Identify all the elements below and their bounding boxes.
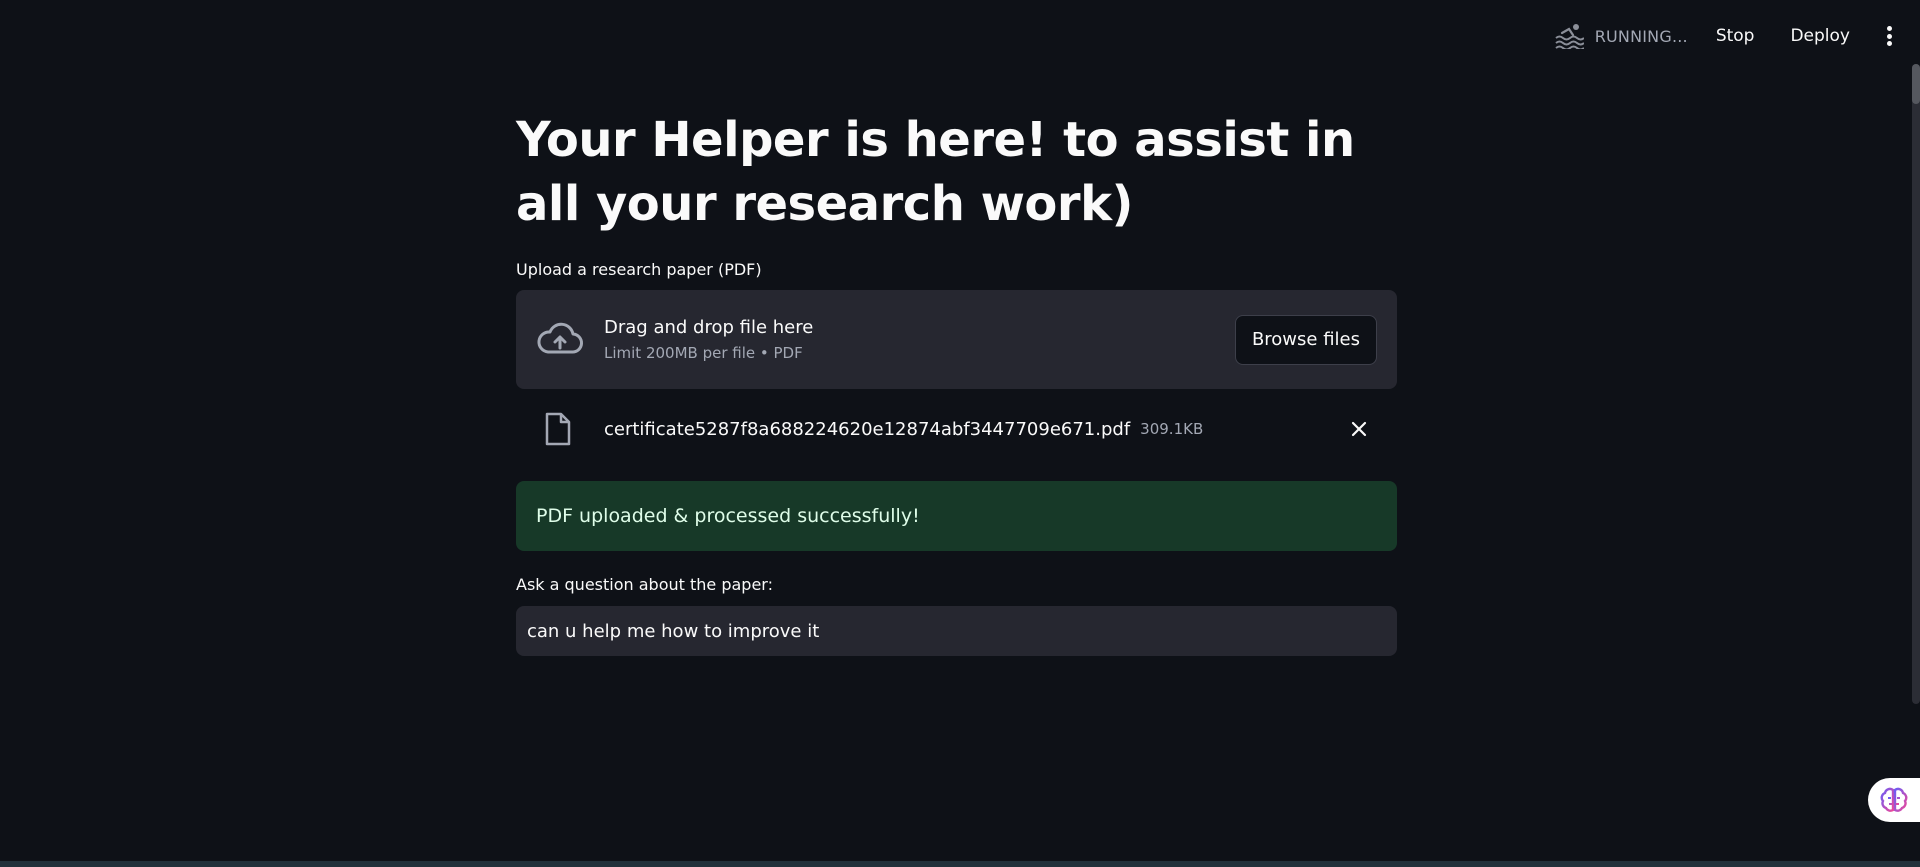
- file-icon: [545, 412, 571, 446]
- app-root: RUNNING... Stop Deploy Your Helper is he…: [0, 0, 1920, 867]
- file-size: 309.1KB: [1140, 420, 1204, 438]
- running-status: RUNNING...: [1554, 23, 1688, 49]
- scrollbar-thumb[interactable]: [1912, 64, 1920, 104]
- file-name: certificate5287f8a688224620e12874abf3447…: [604, 418, 1131, 440]
- cloud-upload-icon: [537, 322, 583, 353]
- question-label: Ask a question about the paper:: [516, 575, 773, 594]
- main-content: Your Helper is here! to assist in all yo…: [516, 108, 1397, 656]
- swimming-icon: [1555, 24, 1584, 49]
- dropzone-title: Drag and drop file here: [604, 317, 814, 338]
- uploader-label: Upload a research paper (PDF): [516, 260, 762, 279]
- dropzone-limit: Limit 200MB per file • PDF: [604, 344, 803, 362]
- success-alert: PDF uploaded & processed successfully!: [516, 481, 1397, 551]
- stop-button[interactable]: Stop: [1716, 26, 1755, 46]
- browse-files-button[interactable]: Browse files: [1234, 314, 1377, 365]
- deploy-button[interactable]: Deploy: [1790, 26, 1850, 46]
- brain-widget-button[interactable]: [1868, 778, 1920, 822]
- brain-icon: [1880, 787, 1908, 812]
- uploaded-file-row: certificate5287f8a688224620e12874abf3447…: [516, 389, 1397, 469]
- dropzone-text: Drag and drop file here Limit 200MB per …: [604, 317, 1235, 362]
- status-text: RUNNING...: [1594, 26, 1688, 46]
- question-input[interactable]: [516, 606, 1397, 656]
- header-toolbar: RUNNING... Stop Deploy: [1554, 0, 1920, 72]
- close-icon[interactable]: [1349, 419, 1369, 439]
- page-title: Your Helper is here! to assist in all yo…: [516, 112, 1355, 232]
- scrollbar-track[interactable]: [1912, 64, 1920, 704]
- vertical-dots-icon[interactable]: [1886, 26, 1892, 46]
- bottom-strip: [0, 861, 1920, 867]
- file-dropzone[interactable]: Drag and drop file here Limit 200MB per …: [516, 290, 1397, 389]
